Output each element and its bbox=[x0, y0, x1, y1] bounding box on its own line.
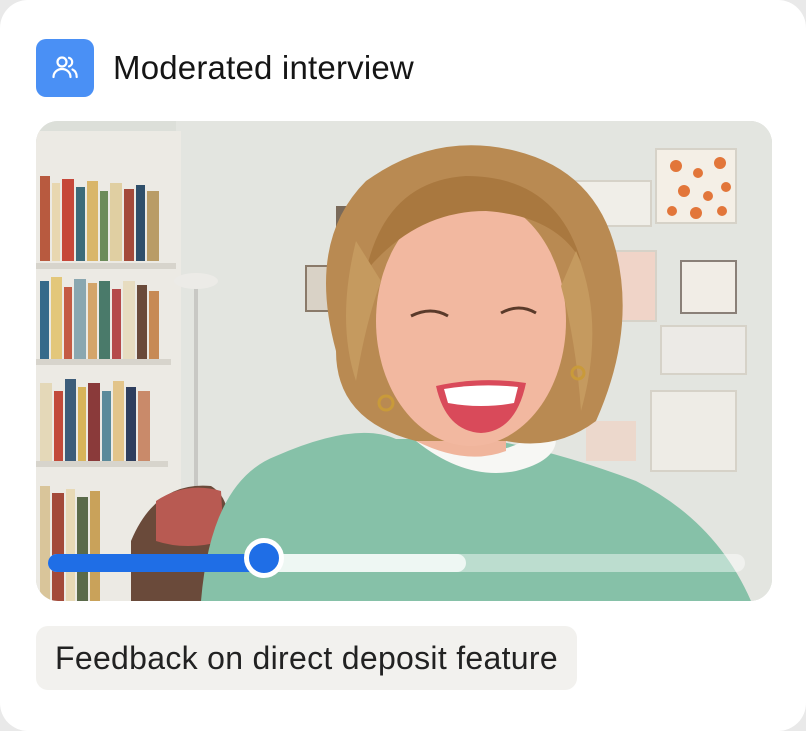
video-progress-bar[interactable] bbox=[48, 538, 745, 578]
video-player[interactable] bbox=[36, 121, 772, 601]
progress-fill bbox=[48, 554, 265, 572]
interview-card: Moderated interview Feedback on direct d… bbox=[0, 0, 806, 731]
scrubber-handle[interactable] bbox=[244, 538, 285, 578]
video-frame bbox=[36, 121, 772, 601]
session-caption: Feedback on direct deposit feature bbox=[36, 626, 577, 690]
card-title: Moderated interview bbox=[113, 49, 414, 86]
users-icon bbox=[36, 39, 94, 97]
